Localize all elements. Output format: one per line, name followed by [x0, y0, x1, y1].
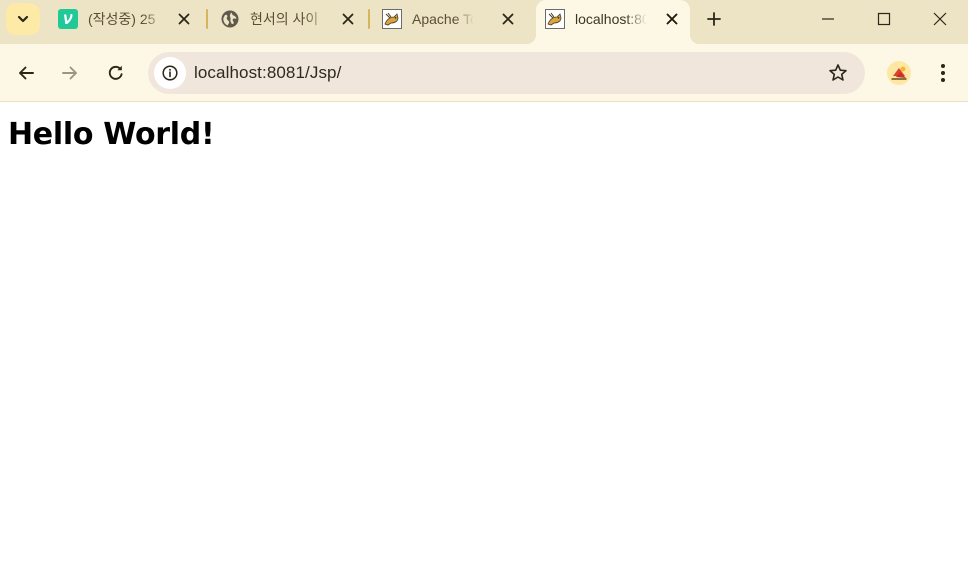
close-icon	[178, 13, 190, 25]
close-icon	[666, 13, 678, 25]
extension-button[interactable]	[884, 58, 914, 88]
tab-strip: (작성중) 25 현서의 사이 Apache Tomcat	[0, 0, 968, 44]
browser-menu-button[interactable]	[930, 57, 956, 89]
tab-localhost[interactable]: localhost:8081	[526, 0, 700, 44]
reload-icon	[108, 65, 123, 80]
close-window-button[interactable]	[912, 0, 968, 38]
tab-velog[interactable]: (작성중) 25	[48, 0, 202, 38]
forward-button[interactable]	[54, 57, 86, 89]
browser-toolbar: localhost:8081/Jsp/	[0, 44, 968, 102]
url-text[interactable]: localhost:8081/Jsp/	[194, 63, 341, 83]
close-icon	[502, 13, 514, 25]
minimize-button[interactable]	[800, 0, 856, 38]
new-tab-button[interactable]	[702, 7, 726, 31]
tab-apache-tomcat[interactable]: Apache Tomcat	[372, 0, 526, 38]
close-icon	[342, 13, 354, 25]
tab-blog[interactable]: 현서의 사이	[210, 0, 366, 38]
star-icon	[829, 64, 847, 81]
tab-close-button[interactable]	[664, 11, 680, 27]
more-vertical-icon	[941, 64, 945, 82]
address-bar[interactable]: localhost:8081/Jsp/	[148, 52, 865, 94]
tab-title: (작성중) 25	[88, 11, 156, 27]
arrow-left-icon	[19, 66, 34, 80]
tomcat-icon	[545, 9, 565, 29]
tab-close-button[interactable]	[340, 11, 356, 27]
page-heading: Hello World!	[8, 117, 215, 152]
arrow-right-icon	[62, 66, 77, 80]
reload-button[interactable]	[100, 57, 132, 89]
maximize-button[interactable]	[856, 0, 912, 38]
tab-title: 현서의 사이	[250, 11, 319, 27]
tab-title: localhost:8081	[575, 11, 647, 27]
back-button[interactable]	[10, 57, 42, 89]
velog-icon	[58, 9, 78, 29]
chevron-down-icon	[17, 15, 29, 23]
tab-close-button[interactable]	[176, 11, 192, 27]
close-icon	[933, 12, 947, 26]
plus-icon	[707, 12, 721, 26]
info-icon	[162, 65, 178, 81]
minimize-icon	[822, 18, 834, 20]
tab-title: Apache Tomcat	[412, 11, 474, 27]
tab-search-button[interactable]	[6, 3, 40, 35]
bookmark-button[interactable]	[827, 62, 849, 84]
site-info-button[interactable]	[154, 57, 186, 89]
maximize-icon	[877, 12, 891, 26]
tomcat-icon	[382, 9, 402, 29]
tab-separator	[206, 9, 208, 29]
globe-icon	[221, 10, 239, 28]
extension-icon	[887, 61, 911, 85]
tab-separator	[368, 9, 370, 29]
page-content: Hello World!	[0, 103, 968, 579]
tab-close-button[interactable]	[500, 11, 516, 27]
